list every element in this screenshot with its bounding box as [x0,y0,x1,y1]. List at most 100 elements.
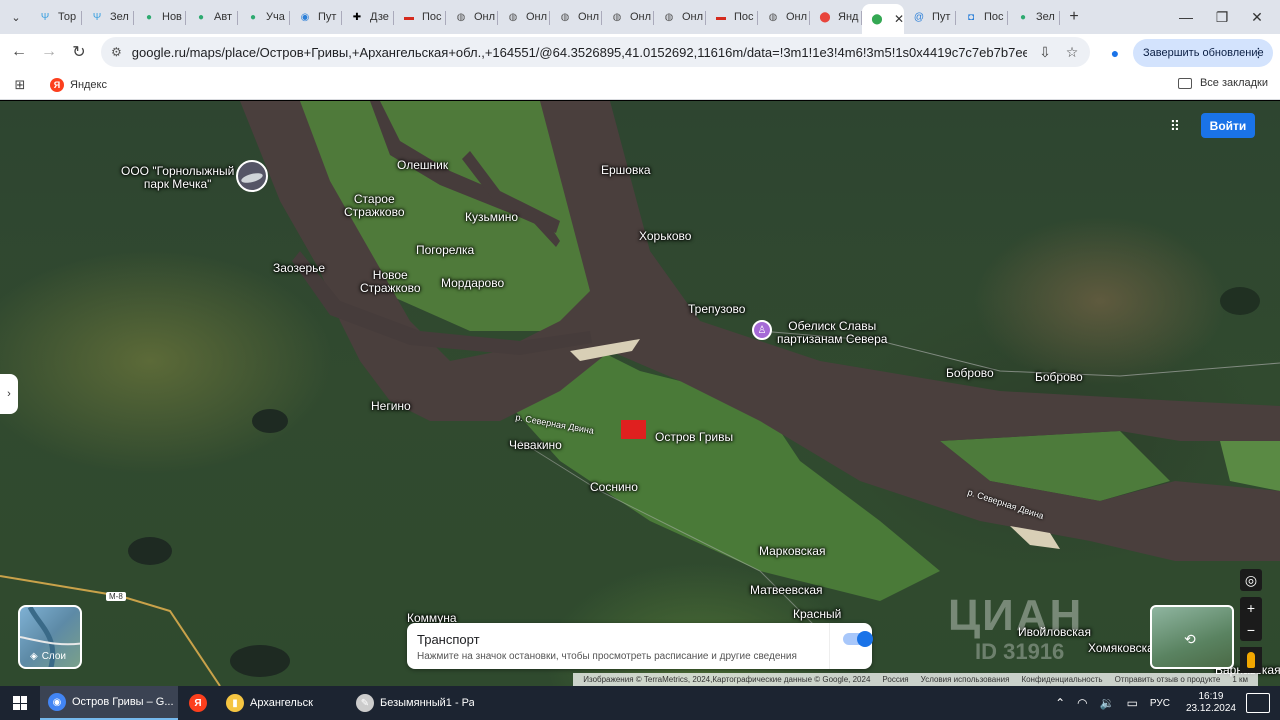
taskbar-app[interactable]: ✎ Безымянный1 - Ра... [348,686,474,720]
bookmark-star-icon[interactable]: ☆ [1062,42,1082,62]
ski-park-poi-icon[interactable] [236,160,268,192]
zoom-in-button[interactable]: + [1240,597,1262,619]
browser-tab[interactable]: ✚ Дзе [342,3,394,31]
taskbar-app[interactable]: ◉ Остров Гривы – G... [40,686,178,720]
browser-tab[interactable]: ◍ Онл [654,3,706,31]
tab-favicon-icon: Ψ [40,11,50,23]
place-label[interactable]: ООО "Горнолыжный парк Мечка" [121,165,234,191]
transport-toggle[interactable] [843,631,873,647]
update-button[interactable]: Завершить обновление ⋮ [1133,39,1273,67]
browser-tab[interactable]: ◉ Пут [290,3,342,31]
browser-tab[interactable]: Ψ Зел [82,3,134,31]
url-text[interactable]: google.ru/maps/place/Остров+Гривы,+Архан… [132,45,1027,60]
notifications-icon[interactable] [1246,693,1270,713]
map-canvas[interactable]: ООО "Горнолыжный парк Мечка" Олешник Ершов… [0,101,1280,686]
close-window-button[interactable]: ✕ [1234,0,1280,34]
browser-tab[interactable]: ▬ Пос [706,3,758,31]
google-apps-icon[interactable]: ⠿ [1166,117,1184,135]
transport-panel[interactable]: Транспорт Нажмите на значок остановки, ч… [407,623,873,669]
browser-tab[interactable]: ◍ Онл [602,3,654,31]
zoom-out-button[interactable]: − [1240,619,1262,641]
install-app-icon[interactable]: ⇩ [1035,42,1055,62]
place-label[interactable]: Остров Гривы [655,431,733,444]
volume-icon[interactable]: 🔉 [1100,696,1115,710]
taskbar-app[interactable]: Я [178,686,218,720]
place-label[interactable]: Кузьмино [465,211,518,224]
place-label[interactable]: Мордарово [441,277,504,290]
battery-icon[interactable]: ▭ [1127,696,1138,710]
place-label[interactable]: Ершовка [601,164,651,177]
browser-tab[interactable]: ◍ Онл [498,3,550,31]
privacy-link[interactable]: Конфиденциальность [1021,675,1102,684]
my-location-button[interactable]: ◎ [1240,569,1262,591]
place-label[interactable]: Заозерье [273,262,325,275]
place-label[interactable]: Красный [793,608,841,621]
back-button[interactable]: ← [4,37,34,67]
place-label[interactable]: Негино [371,400,411,413]
browser-tab[interactable]: ⬤ Янд [810,3,862,31]
browser-tab[interactable]: ◍ Онл [550,3,602,31]
place-label[interactable]: Боброво [1035,371,1083,384]
place-label[interactable]: Обелиск Славы партизанам Севера [777,320,887,346]
wifi-icon[interactable]: ◠ [1077,696,1087,710]
profile-icon[interactable]: ● [1104,42,1126,64]
apps-grid-icon[interactable]: ⊞ [6,73,34,97]
place-label[interactable]: Соснино [590,481,638,494]
street-view-preview[interactable]: ⟲ [1150,605,1234,669]
layers-button[interactable]: ◈ Слои [18,605,82,669]
tab-label: Онл [630,11,652,23]
taskbar-app-label: Безымянный1 - Ра... [380,697,474,709]
tab-label: Янд [838,11,859,23]
layers-label: Слои [41,651,67,662]
scale-label[interactable]: 1 км [1232,675,1248,684]
update-button-label: Завершить обновление [1143,47,1264,59]
reload-button[interactable]: ↻ [64,37,94,67]
all-bookmarks-label: Все закладки [1199,77,1268,89]
terms-link[interactable]: Условия использования [921,675,1010,684]
place-label[interactable]: Трепузово [688,303,745,316]
place-label[interactable]: Хорьково [639,230,691,243]
expand-side-panel-button[interactable]: › [0,374,18,414]
browser-tab[interactable]: ● Уча [238,3,290,31]
language-indicator[interactable]: РУС [1150,698,1170,709]
browser-tab[interactable]: @ Пут [904,3,956,31]
address-bar[interactable]: ⚙ google.ru/maps/place/Остров+Гривы,+Арх… [101,37,1090,67]
site-info-icon[interactable]: ⚙ [111,45,122,59]
login-button[interactable]: Войти [1201,113,1255,138]
browser-tab[interactable]: Ψ Тор [30,3,82,31]
browser-tab[interactable]: ◍ Онл [446,3,498,31]
bookmark-yandex[interactable]: Я Яндекс [50,77,107,92]
pegman-icon[interactable] [1240,647,1262,673]
browser-tab[interactable]: ● Авт [186,3,238,31]
place-label[interactable]: Боброво [946,367,994,380]
taskbar-app-label: Остров Гривы – G... [72,696,174,708]
place-label[interactable]: Старое Стражково [344,193,405,219]
place-label[interactable]: Чевакино [509,439,562,452]
forward-button[interactable]: → [34,37,64,67]
location-pin-icon[interactable] [621,420,646,439]
tray-chevron-icon[interactable]: ⌃ [1055,696,1065,710]
place-label[interactable]: Матвеевская [750,584,823,597]
place-label[interactable]: Новое Стражково [360,269,421,295]
new-tab-button[interactable]: + [1062,5,1086,29]
close-tab-icon[interactable]: ✕ [894,12,904,26]
all-bookmarks-button[interactable]: Все закладки [1177,77,1268,89]
place-label[interactable]: Олешник [397,159,448,172]
attribution-country[interactable]: Россия [882,675,908,684]
browser-tab[interactable]: ▬ Пос [394,3,446,31]
feedback-link[interactable]: Отправить отзыв о продукте [1115,675,1221,684]
browser-tab[interactable]: ◍ Онл [758,3,810,31]
browser-tab[interactable]: ● Зел [1008,3,1060,31]
tab-search-chevron-icon[interactable]: ⌄ [4,5,28,29]
clock[interactable]: 16:19 23.12.2024 [1186,691,1236,715]
start-button[interactable] [0,686,40,720]
menu-dots-icon[interactable]: ⋮ [1252,45,1265,61]
taskbar-app[interactable]: ▮ Архангельск [218,686,348,720]
place-label[interactable]: Погорелка [416,244,474,257]
taskbar-app-icon: ◉ [48,693,66,711]
browser-tab[interactable]: ◘ Пос [956,3,1008,31]
browser-tab[interactable]: ● Нов [134,3,186,31]
active-tab[interactable]: ⬤ ✕ [862,4,904,34]
monument-poi-icon[interactable]: ♙ [752,320,772,340]
place-label[interactable]: Марковская [759,545,825,558]
